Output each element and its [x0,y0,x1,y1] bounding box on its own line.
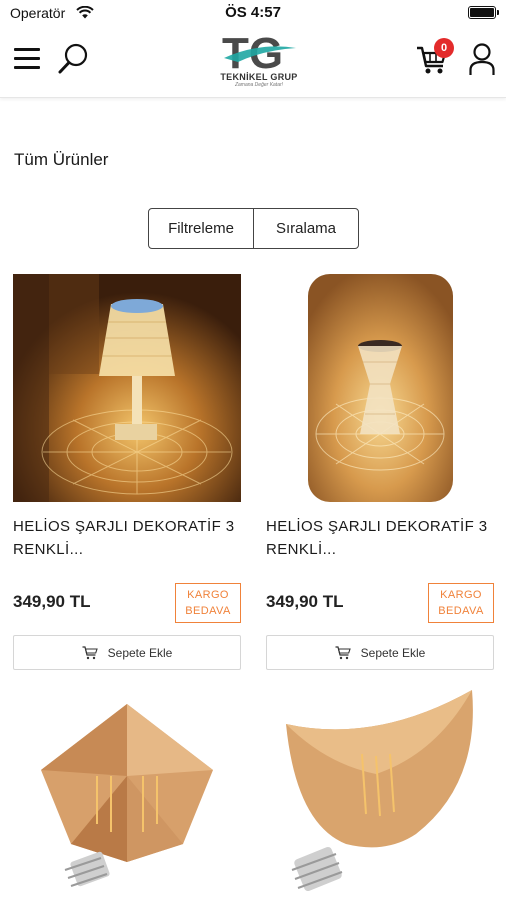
status-bar: Operatör ÖS 4:57 [0,0,506,26]
user-icon[interactable] [468,42,496,76]
battery-icon [468,6,499,19]
cart-count-badge: 0 [434,38,454,58]
add-to-cart-label: Sepete Ekle [360,645,426,660]
search-icon[interactable] [57,42,89,76]
price-row: 349,90 TL KARGO BEDAVA [266,583,494,627]
product-price: 349,90 TL [266,592,344,611]
product-card[interactable]: HELİOS ŞARJLI DEKORATİF 3 RENKLİ... 349,… [13,274,241,670]
product-image[interactable] [13,274,241,502]
product-card[interactable] [13,684,241,900]
product-price: 349,90 TL [13,592,91,611]
add-to-cart-button[interactable]: Sepete Ekle [13,635,241,670]
free-shipping-badge: KARGO BEDAVA [428,583,494,623]
menu-button[interactable] [14,48,40,72]
cart-icon [335,645,351,659]
add-to-cart-label: Sepete Ekle [107,645,173,660]
product-card[interactable] [266,684,494,900]
product-name[interactable]: HELİOS ŞARJLI DEKORATİF 3 RENKLİ... [266,515,494,565]
menu-icon [14,48,40,51]
filter-button[interactable]: Filtreleme [149,209,253,248]
filter-sort-bar: Filtreleme Sıralama [148,208,359,249]
product-card[interactable]: HELİOS ŞARJLI DEKORATİF 3 RENKLİ... 349,… [266,274,494,670]
free-shipping-badge: KARGO BEDAVA [175,583,241,623]
product-name[interactable]: HELİOS ŞARJLI DEKORATİF 3 RENKLİ... [13,515,241,565]
logo-mark: TG [222,29,296,74]
brand-logo[interactable]: TG TEKNİKEL GRUP Zamana Değer Katar! [216,28,302,94]
app-header: TG TEKNİKEL GRUP Zamana Değer Katar! 0 [0,26,506,98]
product-image[interactable] [266,684,494,900]
logo-tagline: Zamana Değer Katar! [234,82,284,88]
add-to-cart-button[interactable]: Sepete Ekle [266,635,494,670]
price-row: 349,90 TL KARGO BEDAVA [13,583,241,627]
sort-button[interactable]: Sıralama [253,209,358,248]
product-image[interactable] [13,684,241,900]
cart-button[interactable]: 0 [416,38,454,78]
status-time: ÖS 4:57 [225,4,281,21]
cart-icon [82,645,98,659]
product-image[interactable] [266,274,494,502]
logo-name: TEKNİKEL GRUP [220,72,298,82]
page-title: Tüm Ürünler [14,150,109,169]
